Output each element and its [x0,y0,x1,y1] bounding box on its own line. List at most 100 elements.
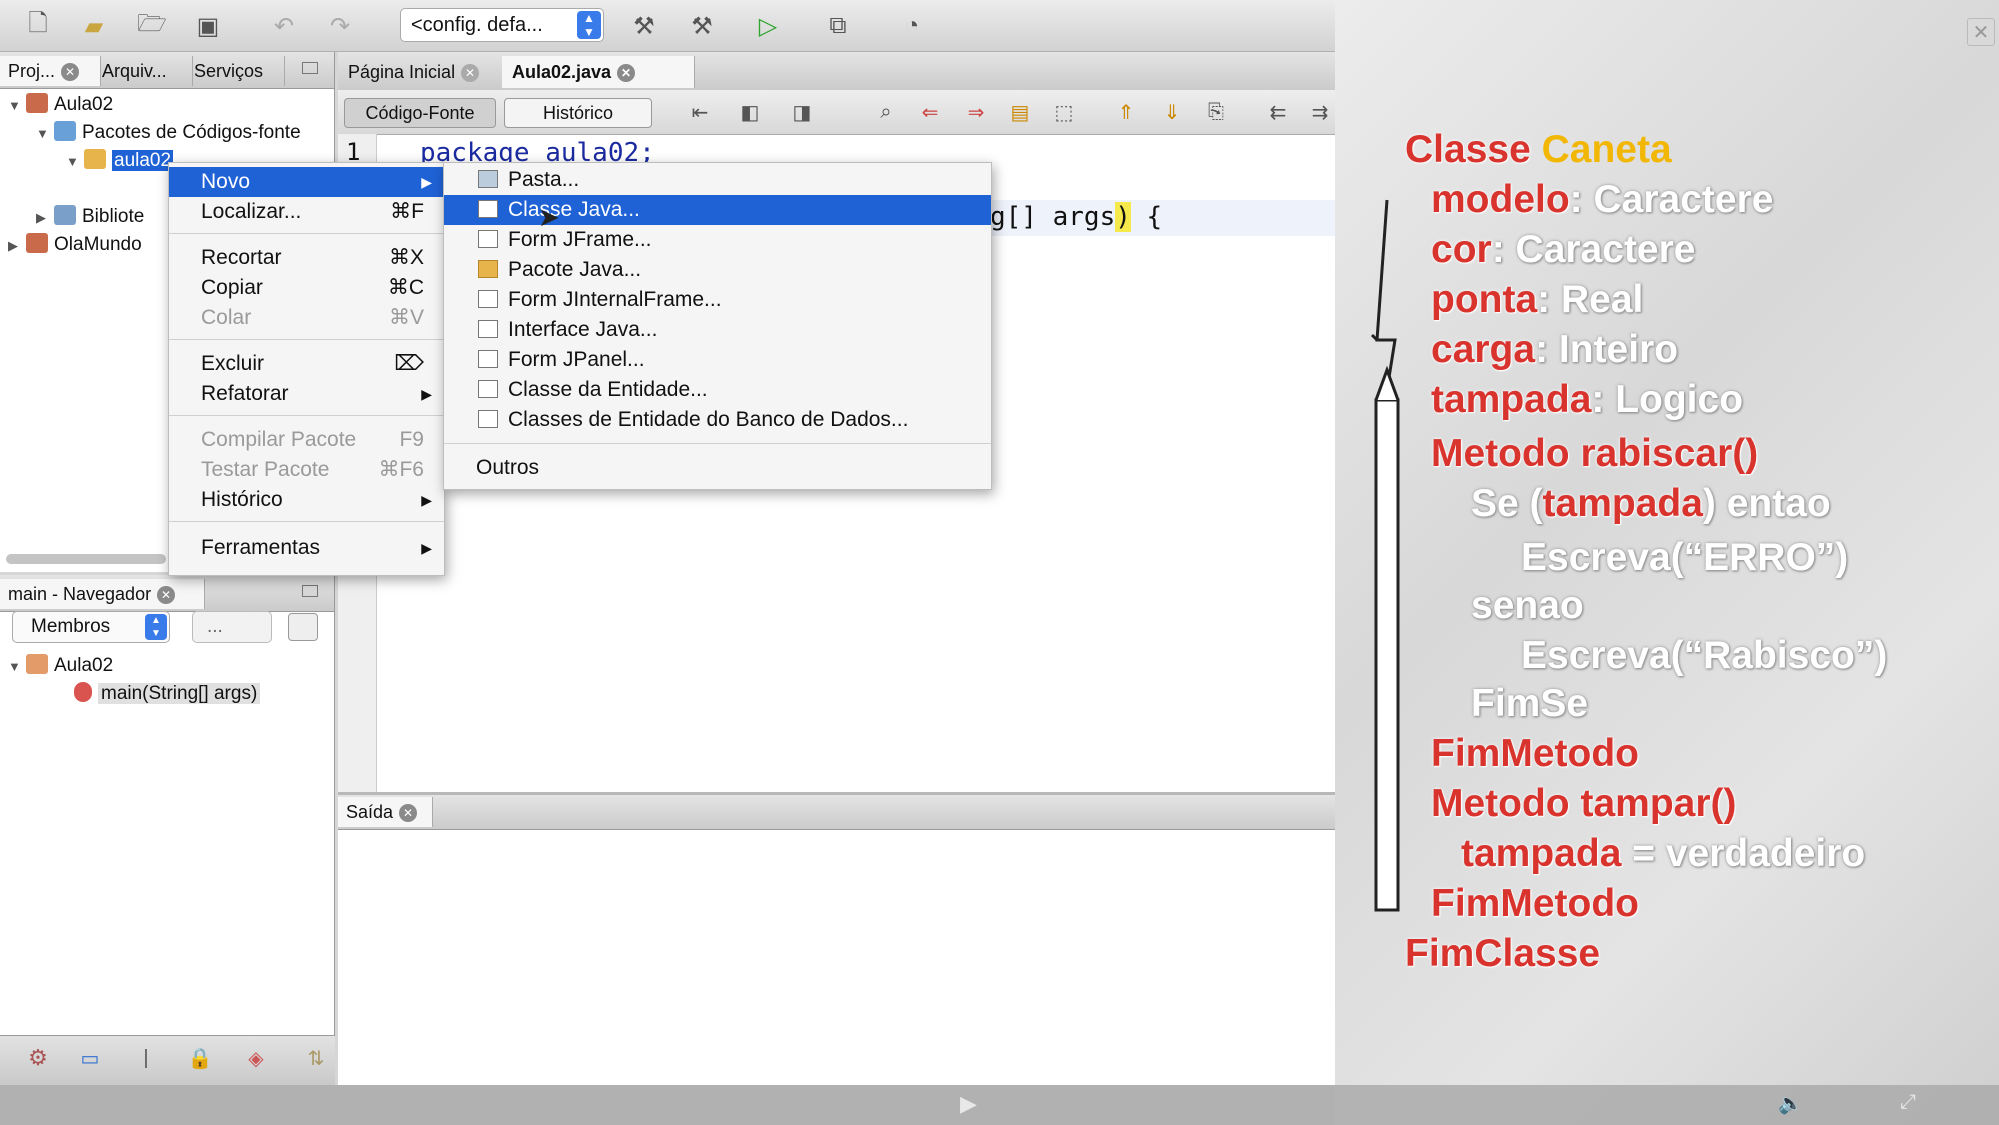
slide-line-1: Classe Caneta [1405,128,1672,172]
submenu-item-java-package[interactable]: Pacote Java... [444,255,991,285]
members-select[interactable]: Membros ▲ ▼ [12,611,170,643]
collapse-triangle-icon[interactable]: ▶ [8,233,26,259]
run-icon[interactable]: ▷ [752,10,784,42]
keyword: Metodo [1431,782,1570,825]
debug-icon[interactable]: ⧉ [822,10,854,42]
tree-item-olamundo[interactable]: ▶ OlaMundo [8,232,142,259]
expand-triangle-icon[interactable]: ▼ [66,149,84,175]
attribute-type: : Logico [1591,378,1744,421]
find-previous-icon[interactable]: ⇐ [914,96,946,128]
menu-item-paste[interactable]: Colar ⌘V [169,303,444,333]
submenu-item-java-interface[interactable]: Interface Java... [444,315,991,345]
horizontal-scrollbar[interactable] [6,554,166,564]
find-next-icon[interactable]: ⇒ [960,96,992,128]
close-icon[interactable]: ✕ [157,586,176,605]
submenu-item-others[interactable]: Outros [444,453,991,483]
menu-item-test-package[interactable]: Testar Pacote ⌘F6 [169,455,444,485]
build-icon[interactable]: ⚒ [628,10,660,42]
undo-icon[interactable]: ↶ [268,10,300,42]
menu-item-refactor[interactable]: Refatorar ▶ [169,379,444,409]
close-icon[interactable]: ✕ [1967,18,1995,46]
clean-build-icon[interactable]: ⚒ [686,10,718,42]
toggle-highlight-icon[interactable]: ▤ [1004,96,1036,128]
expand-triangle-icon[interactable]: ▼ [36,121,54,147]
fullscreen-icon[interactable]: ⤢ [1900,1091,1916,1114]
last-edit-icon[interactable]: ⇤ [684,96,716,128]
submenu-item-jpanel[interactable]: Form JPanel... [444,345,991,375]
close-icon[interactable]: ✕ [61,63,80,82]
form-icon [478,230,498,248]
save-all-icon[interactable]: ▣ [192,10,224,42]
expand-triangle-icon[interactable]: ▼ [8,654,26,680]
entity-icon [478,410,498,428]
submenu-item-entity-class[interactable]: Classe da Entidade... [444,375,991,405]
submenu-item-jframe[interactable]: Form JFrame... [444,225,991,255]
new-project-icon[interactable]: ▰ [78,10,110,42]
expand-triangle-icon[interactable]: ▼ [8,93,26,119]
hierarchy-icon[interactable]: ⚙ [22,1042,54,1074]
shift-right-icon[interactable]: ⇉ [1304,96,1336,128]
nav-tree-root[interactable]: ▼ Aula02 [8,653,113,680]
fields-icon[interactable]: ▭ [74,1042,106,1074]
menu-item-new[interactable]: Novo ▶ [169,167,444,197]
new-submenu: Pasta... Classe Java... Form JFrame... P… [443,162,992,490]
filter-select[interactable]: ... [192,611,272,643]
submenu-item-entity-classes-db[interactable]: Classes de Entidade do Banco de Dados... [444,405,991,435]
code-line-main[interactable]: g[] args) { [990,202,1162,232]
submenu-item-java-class[interactable]: Classe Java... [444,195,991,225]
redo-icon[interactable]: ↷ [324,10,356,42]
tree-item-source-packages[interactable]: ▼ Pacotes de Códigos-fonte [36,120,301,147]
open-project-icon[interactable]: 🗁 [136,10,168,42]
toggle-bookmark-icon[interactable]: ⎘ [1200,96,1232,128]
close-icon[interactable]: ✕ [617,64,636,83]
volume-icon[interactable]: 🔈 [1778,1091,1803,1116]
sort-icon[interactable]: ⇅ [300,1042,332,1074]
tab-aula02-java[interactable]: Aula02.java ✕ [502,56,695,88]
tab-files[interactable]: Arquiv... [94,56,193,86]
find-icon[interactable]: ⌕ [870,96,902,128]
play-icon[interactable]: ▶ [960,1091,977,1117]
inner-class-icon[interactable]: ◈ [240,1042,272,1074]
tree-item-package[interactable]: ▼ aula02 [66,148,174,175]
source-button[interactable]: Código-Fonte [344,98,496,128]
menu-item-copy[interactable]: Copiar ⌘C [169,273,444,303]
tab-start-page[interactable]: Página Inicial ✕ [338,56,521,88]
lock-icon[interactable]: 🔒 [184,1042,216,1074]
tab-projects[interactable]: Proj... ✕ [0,56,101,86]
next-bookmark-icon[interactable]: ⇓ [1156,96,1188,128]
forward-icon[interactable]: ◨ [786,96,818,128]
static-icon[interactable]: | [130,1042,162,1074]
close-icon[interactable]: ✕ [461,64,480,83]
slide-line-17: FimClasse [1405,932,1601,975]
code-text: = verdadeiro [1621,832,1866,875]
tree-item-aula02[interactable]: ▼ Aula02 [8,92,113,119]
new-file-icon[interactable]: 🗋 [22,10,54,42]
prev-bookmark-icon[interactable]: ⇑ [1110,96,1142,128]
minimize-icon[interactable] [302,62,318,74]
tab-services[interactable]: Serviços [186,56,285,86]
tree-item-libraries[interactable]: ▶ Bibliote [36,204,144,231]
slide-line-10: senao [1471,584,1584,627]
close-icon[interactable]: ✕ [399,804,418,823]
history-button[interactable]: Histórico [504,98,652,128]
tab-navigator[interactable]: main - Navegador ✕ [0,579,205,609]
submenu-item-folder[interactable]: Pasta... [444,165,991,195]
menu-item-history[interactable]: Histórico ▶ [169,485,444,515]
menu-item-delete[interactable]: Excluir ⌦ [169,349,444,379]
back-icon[interactable]: ◧ [734,96,766,128]
menu-item-cut[interactable]: Recortar ⌘X [169,243,444,273]
profile-icon[interactable]: ◔ [896,10,928,42]
tab-output[interactable]: Saída ✕ [338,797,433,827]
menu-item-compile-package[interactable]: Compilar Pacote F9 [169,425,444,455]
config-select[interactable]: <config. defa... ▲ ▼ [400,8,604,42]
rect-select-icon[interactable]: ⬚ [1048,96,1080,128]
submenu-item-jinternalframe[interactable]: Form JInternalFrame... [444,285,991,315]
nav-tree-main-method[interactable]: main(String[] args) [74,681,261,707]
minimize-icon[interactable] [302,585,318,597]
collapse-triangle-icon[interactable]: ▶ [36,205,54,231]
shift-left-icon[interactable]: ⇇ [1262,96,1294,128]
menu-item-tools[interactable]: Ferramentas ▶ [169,533,444,563]
submenu-arrow-icon: ▶ [421,540,432,556]
menu-item-find[interactable]: Localizar... ⌘F [169,197,444,227]
filter-options-icon[interactable] [288,613,318,641]
